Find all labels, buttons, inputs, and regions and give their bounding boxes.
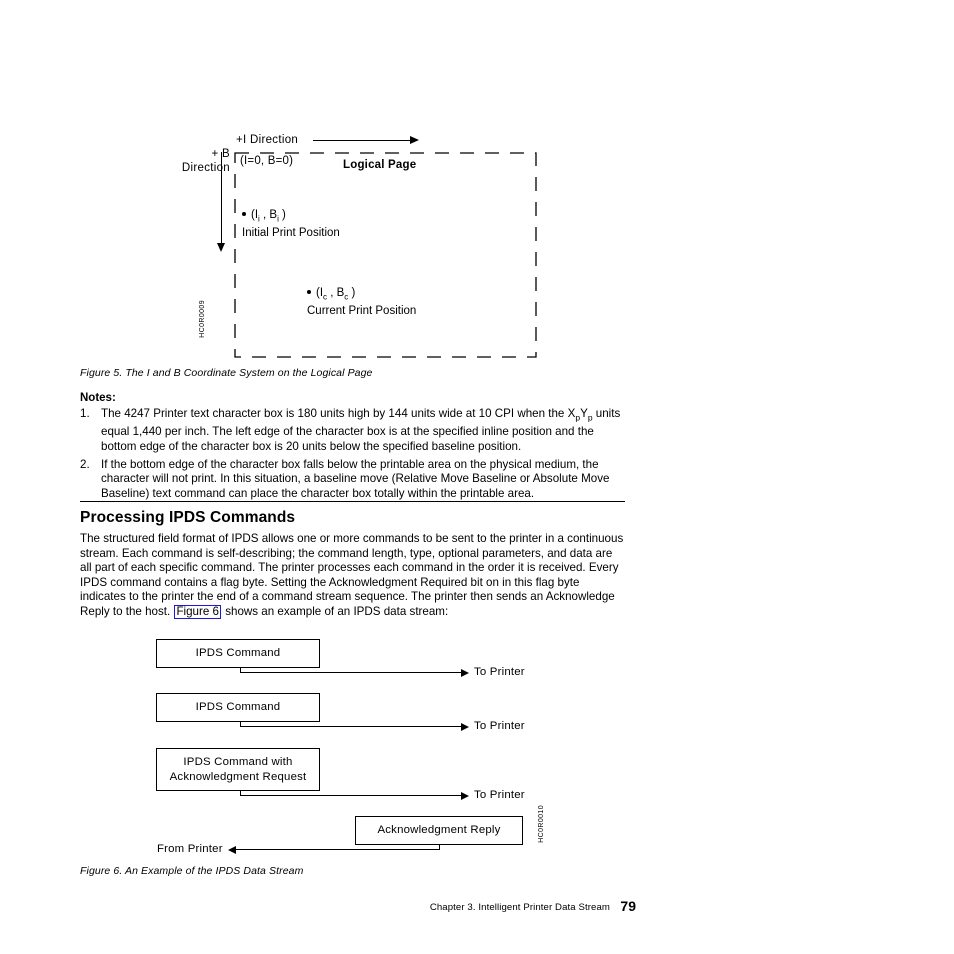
footer-page-number: 79 [620,898,636,914]
notes-heading: Notes: [80,392,116,404]
note-text-part1: The 4247 Printer text character box is 1… [101,407,576,420]
list-item: 1. The 4247 Printer text character box i… [80,407,628,454]
baseline-direction-arrow-head [216,243,225,252]
from-printer-label: From Printer [157,843,223,855]
list-item: 2. If the bottom edge of the character b… [80,458,628,502]
note-text-part2: Y [580,407,588,420]
ack-request-box-line1: IPDS Command with [183,756,293,768]
baseline-direction-label-line2: Direction [181,162,230,174]
baseline-direction-arrow-line [221,152,222,244]
logical-page-dashed-box [234,152,537,358]
initial-print-position-marker: (Ii , Bi ) Initial Print Position [242,208,340,241]
figure-6-caption: Figure 6. An Example of the IPDS Data St… [80,865,304,877]
note-text: If the bottom edge of the character box … [101,457,610,500]
initial-print-position-dot-icon [242,211,246,216]
figure-6-graphic-id: HC0R0010 [538,805,545,843]
figure-5-caption: Figure 5. The I and B Coordinate System … [80,367,373,379]
arrow-left-icon [228,845,236,854]
ipds-command-box-2: IPDS Command [156,693,320,722]
logical-page-title: Logical Page [343,159,417,171]
connector-line-2 [240,722,462,727]
page-title: Processing IPDS Commands [80,509,296,526]
current-print-position-coords: (Ic , Bc ) [316,287,356,302]
notes-list: 1. The 4247 Printer text character box i… [80,407,628,505]
ipds-command-box-1: IPDS Command [156,639,320,668]
inline-direction-label: +I Direction [236,134,299,146]
document-page: +I Direction + B Direction (I=0, B=0) Lo… [0,0,954,954]
origin-coordinate-label: (I=0, B=0) [240,155,294,167]
to-printer-label-3: To Printer [474,789,525,801]
paragraph-text-after-link: shows an example of an IPDS data stream: [221,604,449,618]
to-printer-label-2: To Printer [474,720,525,732]
ack-request-box-line2: Acknowledgment Request [169,770,307,783]
section-paragraph: The structured field format of IPDS allo… [80,532,626,620]
footer-chapter-text: Chapter 3. Intelligent Printer Data Stre… [429,902,610,913]
note-text: The 4247 Printer text character box is 1… [101,407,620,453]
note-number: 1. [80,407,90,420]
current-print-position-marker: (Ic , Bc ) Current Print Position [307,286,416,319]
connector-line-4 [236,845,440,850]
to-printer-label-1: To Printer [474,666,525,678]
figure-5-graphic-id: HC0R0009 [199,300,206,338]
arrow-right-icon-1 [461,668,469,677]
initial-print-position-coords: (Ii , Bi ) [251,209,286,224]
baseline-direction-label: + B Direction [150,147,230,175]
baseline-direction-label-line1: + B [211,148,230,160]
connector-line-1 [240,668,462,673]
initial-print-position-caption: Initial Print Position [242,227,340,240]
section-divider [80,501,625,502]
arrow-right-icon-3 [461,791,469,800]
inline-direction-arrow-line [313,140,411,141]
ipds-command-with-ack-request-box: IPDS Command with Acknowledgment Request [156,748,320,791]
note-number: 2. [80,457,90,471]
current-print-position-dot-icon [307,289,311,294]
acknowledgment-reply-box: Acknowledgment Reply [355,816,523,845]
inline-direction-arrow-head [410,135,419,144]
current-print-position-caption: Current Print Position [307,305,417,318]
arrow-right-icon-2 [461,722,469,731]
figure-6-crossreference-link[interactable]: Figure 6 [174,604,221,619]
connector-line-3 [240,791,462,796]
